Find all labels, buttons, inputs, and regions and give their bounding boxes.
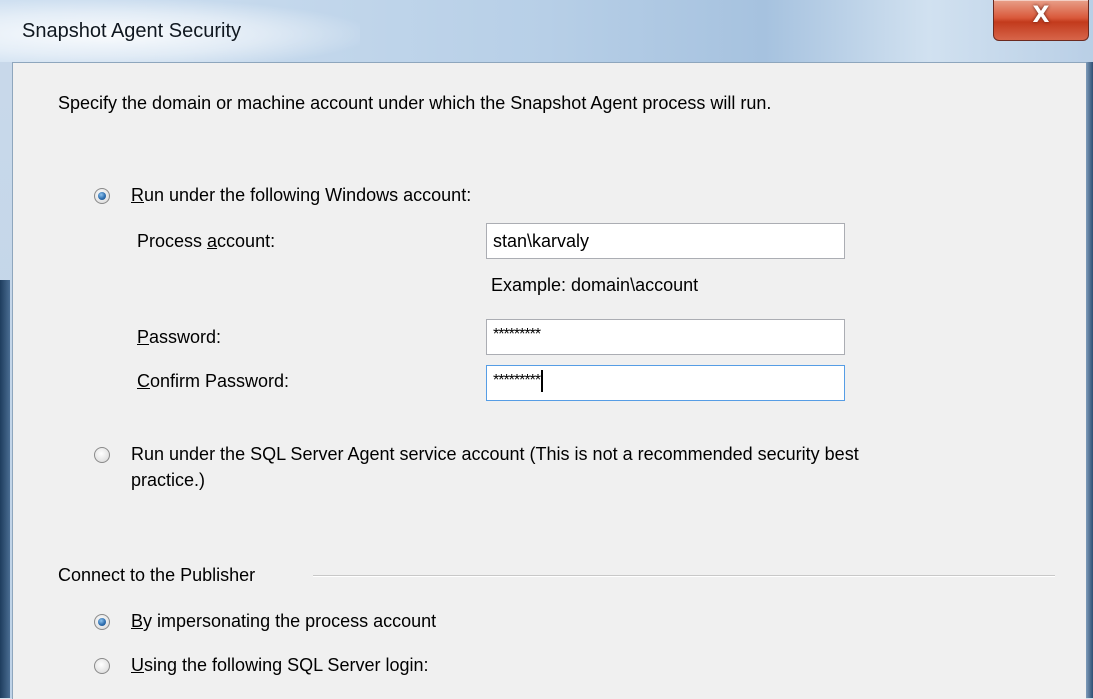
- confirm-password-value: *********: [493, 372, 541, 389]
- connect-publisher-group-label: Connect to the Publisher: [58, 565, 256, 585]
- sql-login-label[interactable]: Using the following SQL Server login:: [131, 655, 428, 676]
- dialog-window: Snapshot Agent Security X Specify the do…: [0, 0, 1093, 699]
- window-frame-left: [0, 280, 10, 698]
- run-windows-account-radio[interactable]: [94, 188, 110, 204]
- run-agent-service-label-line2[interactable]: practice.): [131, 470, 205, 491]
- close-icon: X: [1032, 3, 1050, 28]
- title-bar: Snapshot Agent Security X: [0, 0, 1093, 62]
- run-agent-service-label-line1[interactable]: Run under the SQL Server Agent service a…: [131, 444, 859, 465]
- description-text: Specify the domain or machine account un…: [58, 93, 772, 113]
- text-caret: [541, 369, 544, 392]
- run-windows-account-label-text: un under the following Windows account:: [144, 185, 472, 205]
- group-separator: [313, 575, 1055, 577]
- confirm-password-label: Confirm Password:: [137, 371, 290, 391]
- run-windows-account-label-mnemonic: R: [131, 185, 144, 205]
- window-title: Snapshot Agent Security: [22, 20, 242, 42]
- dialog-client-area: Specify the domain or machine account un…: [12, 62, 1086, 699]
- impersonate-radio[interactable]: [94, 614, 110, 630]
- sql-login-radio[interactable]: [94, 658, 110, 674]
- password-label: Password:: [137, 327, 222, 347]
- password-input[interactable]: *********: [486, 319, 845, 355]
- run-windows-account-label[interactable]: Run under the following Windows account:: [131, 185, 471, 206]
- window-frame-right: [1085, 62, 1093, 698]
- impersonate-label[interactable]: By impersonating the process account: [131, 611, 436, 632]
- process-account-input[interactable]: stan\karvaly: [486, 223, 845, 259]
- process-account-label: Process account:: [137, 231, 276, 251]
- example-text: Example: domain\account: [491, 275, 699, 295]
- confirm-password-input[interactable]: *********: [486, 365, 845, 401]
- close-button[interactable]: X: [993, 0, 1089, 41]
- run-agent-service-radio[interactable]: [94, 447, 110, 463]
